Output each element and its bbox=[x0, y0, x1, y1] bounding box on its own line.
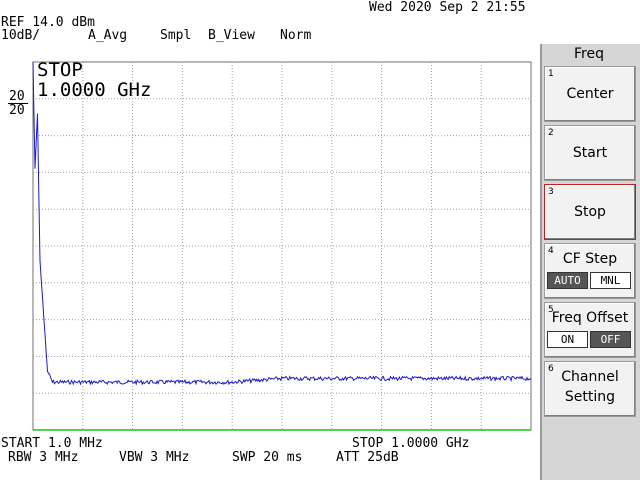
marker-title: STOP bbox=[37, 59, 83, 81]
softkey-label: Center bbox=[566, 86, 614, 102]
softkey-number: 3 bbox=[548, 187, 554, 197]
softkey-center[interactable]: 1 Center bbox=[544, 66, 636, 122]
menu-title: Freq bbox=[574, 46, 604, 62]
start-frequency: START 1.0 MHz bbox=[1, 436, 103, 451]
softkey-freq-offset[interactable]: 5 Freq Offset ON OFF bbox=[544, 302, 636, 358]
cf-step-toggle[interactable]: AUTO MNL bbox=[547, 272, 631, 289]
toggle-on[interactable]: ON bbox=[547, 331, 588, 348]
freq-offset-toggle[interactable]: ON OFF bbox=[547, 331, 631, 348]
toggle-auto[interactable]: AUTO bbox=[547, 272, 588, 289]
softkey-label: Freq Offset bbox=[551, 310, 629, 326]
graticule bbox=[32, 61, 532, 431]
attenuation: ATT 25dB bbox=[336, 450, 399, 465]
vbw: VBW 3 MHz bbox=[119, 450, 190, 465]
softkey-panel: Freq 1 Center 2 Start 3 Stop 4 CF Step A… bbox=[542, 44, 640, 480]
softkey-label: Start bbox=[572, 145, 608, 161]
softkey-label-line2: Setting bbox=[564, 389, 616, 405]
rbw: RBW 3 MHz bbox=[8, 450, 79, 465]
softkey-cf-step[interactable]: 4 CF Step AUTO MNL bbox=[544, 243, 636, 299]
sweep-time: SWP 20 ms bbox=[232, 450, 303, 465]
softkey-channel-setting[interactable]: 6 Channel Setting bbox=[544, 361, 636, 417]
softkey-number: 2 bbox=[548, 128, 554, 138]
sweep-parameters: RBW 3 MHz VBW 3 MHz SWP 20 ms ATT 25dB bbox=[0, 450, 540, 466]
softkey-stop[interactable]: 3 Stop bbox=[544, 184, 636, 240]
marker-value: 1.0000 GHz bbox=[37, 79, 152, 101]
stop-frequency: STOP 1.0000 GHz bbox=[352, 436, 470, 451]
softkey-start[interactable]: 2 Start bbox=[544, 125, 636, 181]
toggle-mnl[interactable]: MNL bbox=[590, 272, 631, 289]
softkey-label: Channel bbox=[561, 369, 619, 385]
softkey-number: 1 bbox=[548, 69, 554, 79]
softkey-label: CF Step bbox=[562, 251, 618, 267]
softkey-label: Stop bbox=[574, 204, 606, 220]
toggle-off[interactable]: OFF bbox=[590, 331, 631, 348]
